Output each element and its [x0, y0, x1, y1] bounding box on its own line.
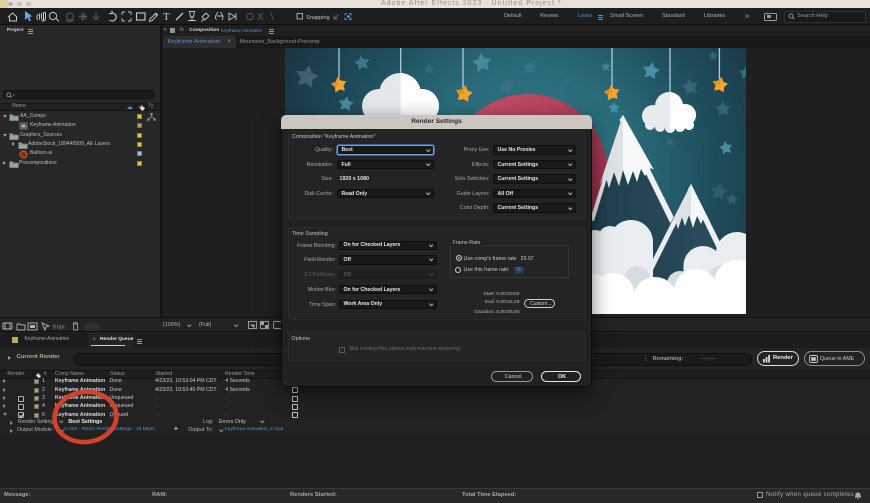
- svg-text:Snapping: Snapping: [306, 15, 330, 21]
- svg-text:8 bpc: 8 bpc: [53, 325, 66, 331]
- svg-text:T: T: [163, 11, 170, 23]
